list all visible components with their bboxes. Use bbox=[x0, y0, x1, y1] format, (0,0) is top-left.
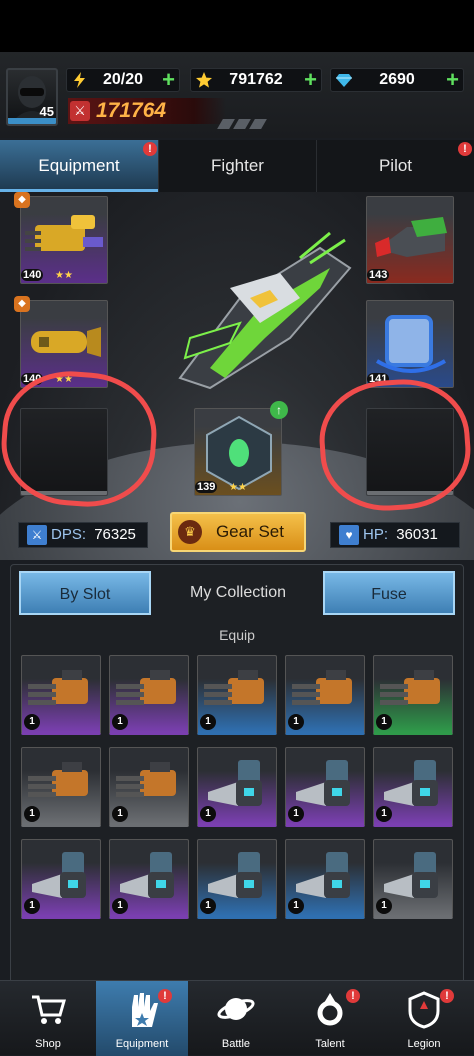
stars-counter: 791762 + bbox=[190, 68, 322, 92]
equipment-item[interactable]: 1 bbox=[197, 655, 277, 735]
slot-stars: ★★ bbox=[229, 482, 247, 493]
item-level: 1 bbox=[112, 714, 128, 730]
player-avatar[interactable]: 45 bbox=[6, 68, 58, 126]
equipment-item[interactable]: 1 bbox=[21, 747, 101, 827]
equipment-item[interactable]: 1 bbox=[197, 747, 277, 827]
pilot-alert-badge: ! bbox=[458, 142, 472, 156]
decor-stripes bbox=[217, 116, 280, 130]
gems-counter: 2690 + bbox=[330, 68, 464, 92]
equipment-item[interactable]: 1 bbox=[21, 655, 101, 735]
status-bar-black bbox=[0, 0, 474, 52]
equipment-item[interactable]: 1 bbox=[109, 839, 189, 919]
item-level: 1 bbox=[200, 714, 216, 730]
slot-shield[interactable]: 141 bbox=[366, 300, 454, 388]
tab-my-collection[interactable]: My Collection bbox=[171, 571, 305, 615]
item-level: 1 bbox=[376, 898, 392, 914]
equipment-item[interactable]: 1 bbox=[373, 839, 453, 919]
gear-set-emblem-icon: ♛ bbox=[178, 520, 202, 544]
equipment-nav-badge: ! bbox=[158, 989, 172, 1003]
equipment-item[interactable]: 1 bbox=[285, 747, 365, 827]
shop-cart-icon bbox=[32, 995, 66, 1024]
nav-talent[interactable]: Talent ! bbox=[284, 981, 376, 1056]
talent-gear-icon bbox=[317, 993, 343, 1026]
tab-equipment[interactable]: Equipment bbox=[0, 140, 158, 192]
item-level: 1 bbox=[288, 898, 304, 914]
equipment-item[interactable]: 1 bbox=[285, 655, 365, 735]
nav-battle[interactable]: Battle bbox=[190, 981, 282, 1056]
gear-set-button[interactable]: ♛ Gear Set bbox=[170, 512, 306, 552]
hp-stat: ♥ HP: 36031 bbox=[330, 522, 460, 548]
bottom-navigation: Shop Equipment ! Battle Talent ! Legion … bbox=[0, 980, 474, 1056]
add-energy-button[interactable]: + bbox=[162, 69, 175, 91]
star-icon bbox=[196, 72, 212, 88]
talent-nav-badge: ! bbox=[346, 989, 360, 1003]
equipment-item[interactable]: 1 bbox=[197, 839, 277, 919]
equipment-item[interactable]: 1 bbox=[21, 839, 101, 919]
equipment-item[interactable]: 1 bbox=[109, 747, 189, 827]
legion-nav-badge: ! bbox=[440, 989, 454, 1003]
tab-fighter[interactable]: Fighter bbox=[158, 140, 316, 192]
xp-bar bbox=[8, 118, 56, 124]
heart-shield-icon: ♥ bbox=[339, 525, 359, 545]
planet-icon bbox=[217, 998, 255, 1020]
item-level: 1 bbox=[288, 806, 304, 822]
equipment-item[interactable]: 1 bbox=[109, 655, 189, 735]
crossed-swords-icon: ⚔ bbox=[70, 101, 90, 121]
item-level: 1 bbox=[288, 714, 304, 730]
equipment-alert-badge: ! bbox=[143, 142, 157, 156]
item-level: 1 bbox=[112, 806, 128, 822]
add-stars-button[interactable]: + bbox=[304, 69, 317, 91]
add-gems-button[interactable]: + bbox=[446, 69, 459, 91]
upgrade-arrow-icon: ↑ bbox=[270, 401, 288, 419]
item-level: 1 bbox=[376, 714, 392, 730]
upgrade-rank-icon: ◆ bbox=[14, 192, 30, 208]
slot-level: 143 bbox=[367, 269, 390, 281]
equipment-item[interactable]: 1 bbox=[373, 747, 453, 827]
upgrade-rank-icon: ◆ bbox=[14, 296, 30, 312]
equipment-item[interactable]: 1 bbox=[285, 839, 365, 919]
equipment-hand-icon bbox=[132, 993, 158, 1027]
dps-stat: ⚔ DPS: 76325 bbox=[18, 522, 148, 548]
nav-equipment[interactable]: Equipment ! bbox=[96, 981, 188, 1056]
fighter-ship-image bbox=[178, 231, 352, 390]
combat-power: ⚔ 171764 bbox=[68, 98, 226, 124]
energy-counter: 20/20 + bbox=[66, 68, 180, 92]
section-title: Equip bbox=[219, 627, 255, 643]
lightning-icon bbox=[74, 72, 85, 88]
tab-fuse[interactable]: Fuse bbox=[323, 571, 455, 615]
slot-core[interactable]: 139 ★★ bbox=[194, 408, 282, 496]
equipment-item[interactable]: 1 bbox=[373, 655, 453, 735]
item-level: 1 bbox=[376, 806, 392, 822]
item-level: 1 bbox=[24, 714, 40, 730]
inventory-panel: By Slot My Collection Fuse Equip 1 1 1 1 1 1 1… bbox=[10, 564, 464, 984]
nav-shop[interactable]: Shop bbox=[2, 981, 94, 1056]
diamond-icon bbox=[336, 74, 352, 87]
legion-shield-icon bbox=[408, 991, 440, 1029]
tab-pilot[interactable]: Pilot bbox=[316, 140, 474, 192]
nav-legion[interactable]: Legion ! bbox=[378, 981, 470, 1056]
player-level: 45 bbox=[39, 104, 54, 119]
tab-by-slot[interactable]: By Slot bbox=[19, 571, 151, 615]
item-level: 1 bbox=[24, 806, 40, 822]
slot-stars: ★★ bbox=[55, 270, 73, 281]
item-level: 1 bbox=[200, 806, 216, 822]
item-level: 1 bbox=[112, 898, 128, 914]
item-level: 1 bbox=[200, 898, 216, 914]
top-tabs: Equipment Fighter Pilot ! ! bbox=[0, 140, 474, 192]
slot-engine[interactable]: 143 bbox=[366, 196, 454, 284]
item-level: 1 bbox=[24, 898, 40, 914]
slot-weapon-primary[interactable]: 140 ★★ bbox=[20, 196, 108, 284]
crossed-swords-icon: ⚔ bbox=[27, 525, 47, 545]
